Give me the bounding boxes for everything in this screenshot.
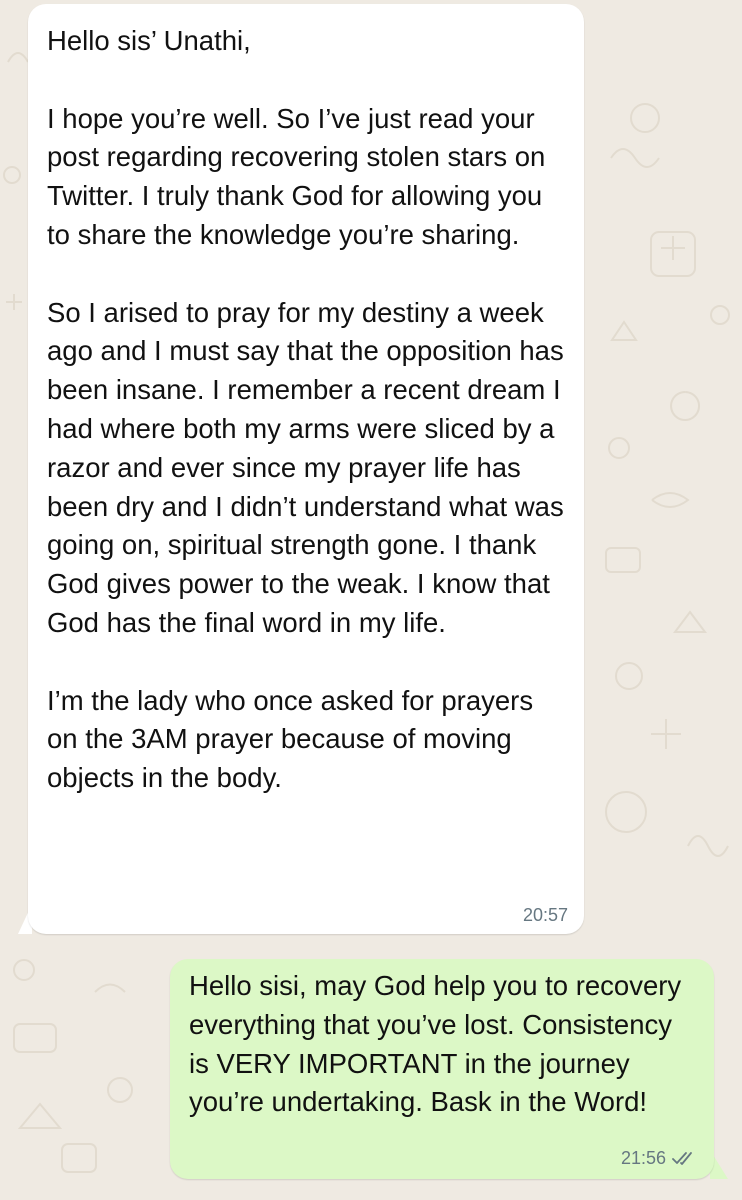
outgoing-message[interactable]: Hello sisi, may God help you to recovery… (170, 959, 714, 1179)
message-timestamp: 20:57 (522, 905, 568, 925)
incoming-message[interactable]: Hello sis’ Unathi, I hope you’re well. S… (28, 4, 584, 934)
message-meta: 20:57 (523, 904, 568, 926)
double-check-icon (672, 1152, 692, 1165)
message-paragraph: I’m the lady who once asked for prayers … (47, 684, 534, 794)
message-meta: 21:56 (621, 1147, 696, 1169)
message-timestamp: 21:56 (620, 1148, 666, 1168)
conversation: Hello sis’ Unathi, I hope you’re well. S… (0, 0, 742, 1200)
message-paragraph: Hello sis’ Unathi, (47, 25, 251, 56)
message-paragraph: I hope you’re well. So I’ve just read yo… (47, 102, 546, 250)
message-paragraph: Hello sisi, may God help you to recovery… (189, 970, 682, 1118)
message-paragraph: So I arised to pray for my destiny a wee… (47, 296, 564, 638)
